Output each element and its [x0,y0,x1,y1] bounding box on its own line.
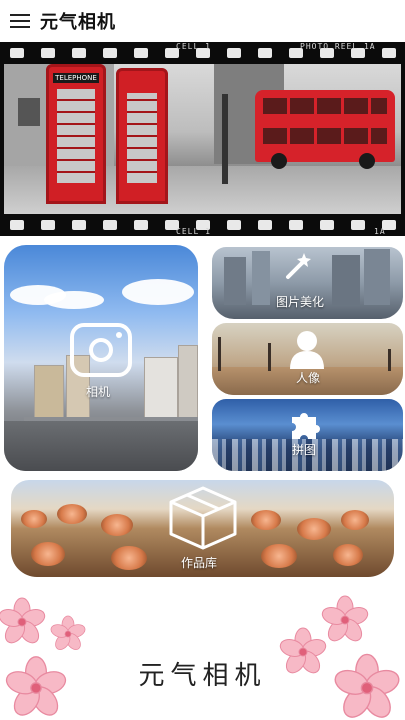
camera-icon [70,323,132,377]
portrait-tile[interactable]: 人像 [212,323,403,395]
box-icon [169,486,237,550]
portrait-label: 人像 [296,371,321,385]
menu-button[interactable] [0,0,40,42]
puzzle-tile[interactable]: 拼图 [212,399,403,471]
booth-sign: TELEPHONE [53,73,99,83]
app-title: 元气相机 [40,12,116,33]
puzzle-icon [292,413,320,439]
film-label-bottom-right: 1A [374,227,386,236]
film-label-top-left: CELL 1 [176,42,211,51]
puzzle-label: 拼图 [292,443,317,457]
banner-photo: TELEPHONE [4,64,401,214]
film-label-top-right: PHOTO REEL 1A [300,42,376,51]
camera-label: 相机 [86,385,111,399]
works-label: 作品库 [181,556,218,570]
app-bar: 元气相机 [0,0,405,42]
menu-icon [10,14,30,28]
red-bus [255,90,395,169]
film-banner[interactable]: CELL 1 PHOTO REEL 1A TELEPHONE CELL 1 1A [0,42,405,236]
works-tile[interactable]: 作品库 [11,480,394,577]
person-icon [290,331,324,369]
beauty-tile[interactable]: 图片美化 [212,247,403,319]
film-label-bottom-left: CELL 1 [176,227,211,236]
magic-wand-icon [286,253,311,279]
beauty-label: 图片美化 [276,295,325,309]
camera-tile[interactable]: 相机 [4,245,198,471]
footer-title: 元气相机 [138,661,267,691]
